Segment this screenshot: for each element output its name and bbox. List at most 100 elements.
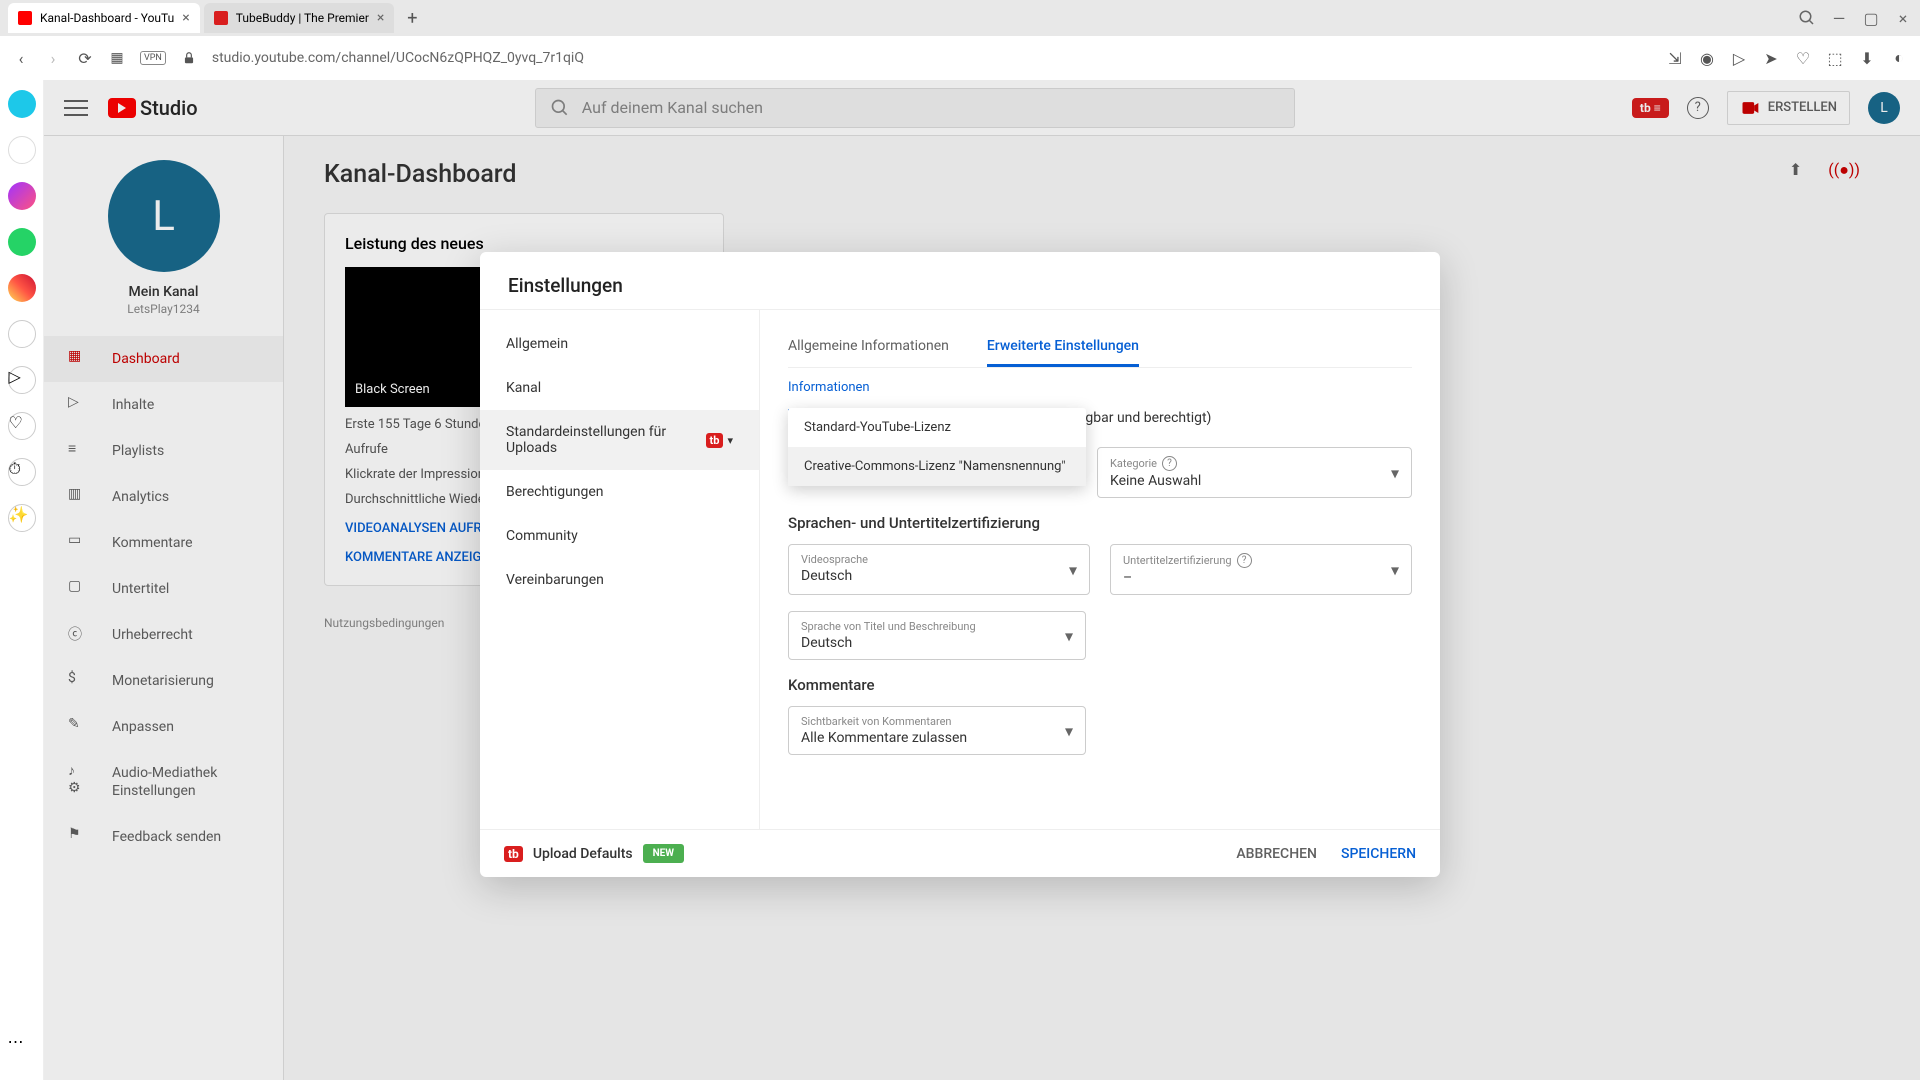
browser-tab-inactive[interactable]: TubeBuddy | The Premier × xyxy=(204,3,395,33)
back-icon[interactable]: ‹ xyxy=(12,49,30,67)
close-icon[interactable]: × xyxy=(182,10,189,26)
settings-modal: Einstellungen Allgemein Kanal Standardei… xyxy=(480,252,1440,877)
modal-tabs: Allgemeine Informationen Erweiterte Eins… xyxy=(788,328,1412,368)
tubebuddy-favicon xyxy=(214,11,228,25)
reload-icon[interactable]: ⟳ xyxy=(76,49,94,67)
messenger-icon[interactable] xyxy=(8,182,36,210)
os-app-icon[interactable] xyxy=(8,90,36,118)
field-label: Kategorie xyxy=(1110,457,1157,470)
subtitle-cert-select[interactable]: Untertitelzertifizierung ? – ▾ xyxy=(1110,544,1412,595)
tab-title: Kanal-Dashboard - YouTu xyxy=(40,11,174,25)
cancel-button[interactable]: ABBRECHEN xyxy=(1236,846,1317,862)
modal-nav-channel[interactable]: Kanal xyxy=(480,366,759,410)
modal-footer: tb Upload Defaults NEW ABBRECHEN SPEICHE… xyxy=(480,829,1440,877)
modal-main: Allgemeine Informationen Erweiterte Eins… xyxy=(760,310,1440,829)
tab-label: Erweiterte Einstellungen xyxy=(987,338,1139,354)
search-icon[interactable] xyxy=(1798,9,1816,27)
field-value: Deutsch xyxy=(801,635,1073,651)
heart-icon[interactable]: ♡ xyxy=(1794,49,1812,67)
modal-nav-permissions[interactable]: Berechtigungen xyxy=(480,470,759,514)
minimize-icon[interactable]: — xyxy=(1830,9,1848,27)
close-window-icon[interactable]: × xyxy=(1894,9,1912,27)
license-option-standard[interactable]: Standard-YouTube-Lizenz xyxy=(788,408,1086,447)
lock-icon[interactable] xyxy=(180,49,198,67)
nav-label: Vereinbarungen xyxy=(506,572,604,588)
os-app-icon[interactable] xyxy=(8,136,36,164)
upload-defaults-label[interactable]: Upload Defaults xyxy=(533,846,633,862)
tab-general-info[interactable]: Allgemeine Informationen xyxy=(788,328,949,367)
nav-label: Berechtigungen xyxy=(506,484,604,500)
nav-label: Allgemein xyxy=(506,336,568,352)
tab-label: Allgemeine Informationen xyxy=(788,338,949,354)
field-label: Untertitelzertifizierung xyxy=(1123,554,1232,567)
browser-tab-active[interactable]: Kanal-Dashboard - YouTu × xyxy=(8,3,200,33)
modal-nav-community[interactable]: Community xyxy=(480,514,759,558)
modal-nav-upload-defaults[interactable]: Standardeinstellungen für Uploads tb▾ xyxy=(480,410,759,470)
tab-title: TubeBuddy | The Premier xyxy=(236,11,369,25)
new-badge: NEW xyxy=(643,844,684,863)
chevron-down-icon[interactable]: ▾ xyxy=(727,434,733,447)
field-label: Sprache von Titel und Beschreibung xyxy=(801,620,1073,633)
maximize-icon[interactable]: ▢ xyxy=(1862,9,1880,27)
profile-icon[interactable]: ◐ xyxy=(1890,49,1908,67)
license-option-cc[interactable]: Creative-Commons-Lizenz "Namensnennung" xyxy=(788,447,1086,486)
nav-label: Standardeinstellungen für Uploads xyxy=(506,424,706,456)
browser-chrome: Kanal-Dashboard - YouTu × TubeBuddy | Th… xyxy=(0,0,1920,81)
modal-sidebar: Allgemein Kanal Standardeinstellungen fü… xyxy=(480,310,760,829)
option-label: Creative-Commons-Lizenz "Namensnennung" xyxy=(804,459,1066,474)
send-icon[interactable]: ➤ xyxy=(1762,49,1780,67)
nav-label: Community xyxy=(506,528,578,544)
category-select[interactable]: Kategorie ? Keine Auswahl ▾ xyxy=(1097,447,1412,498)
instagram-icon[interactable] xyxy=(8,274,36,302)
os-app-icon[interactable]: ▷ xyxy=(8,366,36,394)
os-app-icon[interactable] xyxy=(8,320,36,348)
cube-icon[interactable]: ⬚ xyxy=(1826,49,1844,67)
vpn-icon[interactable]: VPN xyxy=(140,51,166,65)
os-app-icon[interactable]: ⏱ xyxy=(8,458,36,486)
field-label: Sichtbarkeit von Kommentaren xyxy=(801,715,1073,728)
bookmark-icon[interactable]: ▷ xyxy=(1730,49,1748,67)
chevron-down-icon: ▾ xyxy=(1065,626,1073,645)
section-languages: Sprachen- und Untertitelzertifizierung xyxy=(788,514,1412,532)
chevron-down-icon: ▾ xyxy=(1391,463,1399,482)
field-label: Videosprache xyxy=(801,553,1077,566)
field-value: Deutsch xyxy=(801,568,1077,584)
license-dropdown: Standard-YouTube-Lizenz Creative-Commons… xyxy=(788,408,1086,486)
whatsapp-icon[interactable] xyxy=(8,228,36,256)
title-language-select[interactable]: Sprache von Titel und Beschreibung Deuts… xyxy=(788,611,1086,660)
url-text[interactable]: studio.youtube.com/channel/UCocN6zQPHQZ_… xyxy=(212,50,1012,66)
tab-advanced[interactable]: Erweiterte Einstellungen xyxy=(987,328,1139,367)
more-icon[interactable]: ⋯ xyxy=(8,1032,36,1060)
option-label: Standard-YouTube-Lizenz xyxy=(804,420,951,435)
tubebuddy-icon: tb xyxy=(504,846,523,862)
video-language-select[interactable]: Videosprache Deutsch ▾ xyxy=(788,544,1090,595)
apps-icon[interactable]: ▦ xyxy=(108,49,126,67)
chevron-down-icon: ▾ xyxy=(1065,721,1073,740)
info-link[interactable]: Informationen xyxy=(788,380,1412,395)
nav-label: Kanal xyxy=(506,380,541,396)
section-comments: Kommentare xyxy=(788,676,1412,694)
modal-nav-agreements[interactable]: Vereinbarungen xyxy=(480,558,759,602)
save-button[interactable]: SPEICHERN xyxy=(1341,846,1416,862)
youtube-favicon xyxy=(18,11,32,25)
modal-nav-general[interactable]: Allgemein xyxy=(480,322,759,366)
camera-icon[interactable]: ◉ xyxy=(1698,49,1716,67)
field-value: Keine Auswahl xyxy=(1110,473,1399,489)
close-icon[interactable]: × xyxy=(377,10,384,26)
browser-tab-bar: Kanal-Dashboard - YouTu × TubeBuddy | Th… xyxy=(0,0,1920,36)
new-tab-button[interactable]: + xyxy=(398,4,426,32)
forward-icon[interactable]: › xyxy=(44,49,62,67)
os-app-icon[interactable]: ✨ xyxy=(8,504,36,532)
modal-title: Einstellungen xyxy=(480,252,1440,309)
extension-icon[interactable]: ⇲ xyxy=(1666,49,1684,67)
download-icon[interactable]: ⬇ xyxy=(1858,49,1876,67)
help-icon[interactable]: ? xyxy=(1162,456,1177,471)
tubebuddy-mini: tb▾ xyxy=(706,433,733,448)
os-app-icon[interactable]: ♡ xyxy=(8,412,36,440)
help-icon[interactable]: ? xyxy=(1237,553,1252,568)
field-value: Alle Kommentare zulassen xyxy=(801,730,1073,746)
chevron-down-icon: ▾ xyxy=(1391,560,1399,579)
address-bar: ‹ › ⟳ ▦ VPN studio.youtube.com/channel/U… xyxy=(0,36,1920,80)
comment-visibility-select[interactable]: Sichtbarkeit von Kommentaren Alle Kommen… xyxy=(788,706,1086,755)
chevron-down-icon: ▾ xyxy=(1069,560,1077,579)
